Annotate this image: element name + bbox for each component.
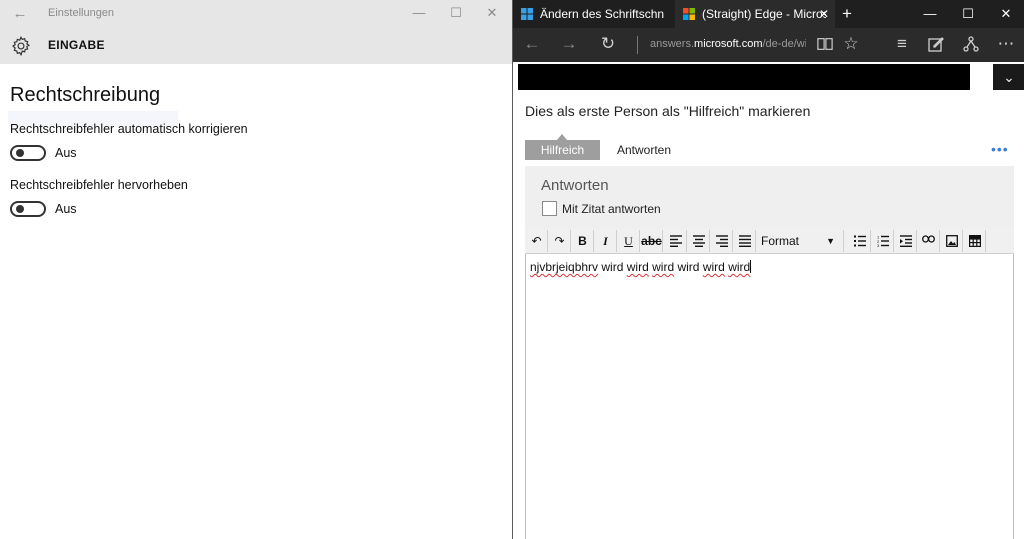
- autocorrect-label: Rechtschreibfehler automatisch korrigier…: [10, 122, 248, 136]
- underline-icon[interactable]: U: [618, 230, 640, 252]
- highlight-state: Aus: [55, 202, 77, 216]
- redo-icon[interactable]: ↷: [549, 230, 571, 252]
- mark-helpful-text: Dies als erste Person als "Hilfreich" ma…: [525, 103, 811, 119]
- edge-window: Ändern des Schriftschnitts u (Straight) …: [512, 0, 1024, 539]
- gear-icon: [12, 36, 31, 57]
- tab-straight-edge[interactable]: (Straight) Edge - Micros ✕: [675, 0, 835, 28]
- text-caret: [750, 260, 752, 273]
- tab-bar: Ändern des Schriftschnitts u (Straight) …: [513, 0, 1024, 28]
- tab-aendern[interactable]: Ändern des Schriftschnitts u: [513, 0, 675, 28]
- editor-word: wird: [626, 260, 649, 274]
- justify-icon[interactable]: [734, 230, 756, 252]
- toggle-knob: [16, 205, 24, 213]
- more-options-icon[interactable]: •••: [991, 141, 1009, 157]
- format-dropdown[interactable]: Format ▼: [758, 230, 844, 252]
- windows-logo-icon: [521, 8, 533, 20]
- editor-word: wird: [601, 260, 624, 274]
- bullet-list-icon[interactable]: [849, 230, 871, 252]
- undo-icon[interactable]: ↶: [526, 230, 548, 252]
- tab-title: Ändern des Schriftschnitts u: [540, 7, 664, 21]
- web-note-icon[interactable]: [921, 28, 951, 62]
- hub-icon[interactable]: ≡: [887, 28, 917, 62]
- section-title: EINGABE: [48, 38, 105, 52]
- share-icon[interactable]: [956, 28, 986, 62]
- tab-title: (Straight) Edge - Micros: [702, 7, 826, 21]
- settings-titlebar: ← Einstellungen — ☐ ✕: [0, 0, 512, 28]
- align-right-icon[interactable]: [711, 230, 733, 252]
- chevron-down-icon[interactable]: ⌄: [993, 64, 1024, 90]
- align-center-icon[interactable]: [688, 230, 710, 252]
- nav-bar: ← → ↻ answers.microsoft.com/de-de/wi ☆ ≡…: [513, 28, 1024, 62]
- settings-window: ← Einstellungen — ☐ ✕ EINGABE Rechtschre…: [0, 0, 512, 539]
- page-title: Rechtschreibung: [10, 84, 161, 106]
- autocorrect-state: Aus: [55, 146, 77, 160]
- highlight-toggle[interactable]: [10, 201, 46, 217]
- autocorrect-toggle[interactable]: [10, 145, 46, 161]
- quote-checkbox-label[interactable]: Mit Zitat antworten: [562, 202, 661, 216]
- minimize-button[interactable]: —: [401, 0, 437, 28]
- refresh-icon[interactable]: ↻: [593, 28, 623, 62]
- reply-panel: Antworten Mit Zitat antworten: [525, 166, 1014, 228]
- back-arrow-icon[interactable]: ←: [517, 28, 547, 62]
- editor-toolbar: ↶ ↷ B I U abc Format ▼ 123: [525, 228, 1014, 254]
- maximize-button[interactable]: ☐: [949, 0, 987, 28]
- editor-word: wird: [702, 260, 725, 274]
- editor-word: wird: [652, 260, 675, 274]
- settings-window-title: Einstellungen: [48, 7, 115, 19]
- close-tab-icon[interactable]: ✕: [819, 0, 829, 28]
- editor-text: njvbrjeiqbhrv wird wird wird wird wird w…: [530, 260, 752, 274]
- url-path: /de-de/wi: [762, 38, 807, 50]
- numbered-list-icon[interactable]: 123: [872, 230, 894, 252]
- highlight-label: Rechtschreibfehler hervorheben: [10, 178, 188, 192]
- url-prefix: answers.: [650, 38, 695, 50]
- toggle-knob: [16, 149, 24, 157]
- helpful-button[interactable]: Hilfreich: [525, 140, 600, 160]
- dropdown-arrow-icon: ▼: [826, 236, 835, 246]
- close-button[interactable]: ✕: [987, 0, 1024, 28]
- new-tab-button[interactable]: +: [837, 0, 857, 28]
- windows-logo-icon: [683, 8, 695, 20]
- answer-link[interactable]: Antworten: [617, 143, 671, 157]
- bold-icon[interactable]: B: [572, 230, 594, 252]
- quote-checkbox[interactable]: [542, 201, 557, 216]
- format-label: Format: [761, 234, 800, 248]
- site-header-bar: [518, 64, 970, 90]
- reply-title: Antworten: [541, 177, 609, 194]
- maximize-button[interactable]: ☐: [438, 0, 474, 28]
- align-left-icon[interactable]: [665, 230, 687, 252]
- indent-icon[interactable]: [895, 230, 917, 252]
- forward-arrow-icon[interactable]: →: [554, 28, 584, 62]
- strikethrough-icon[interactable]: abc: [641, 230, 663, 252]
- italic-icon[interactable]: I: [595, 230, 617, 252]
- close-button[interactable]: ✕: [474, 0, 510, 28]
- favorite-star-icon[interactable]: ☆: [836, 28, 866, 62]
- back-arrow-icon[interactable]: ←: [8, 3, 32, 25]
- editor-word: wird: [728, 260, 751, 274]
- minimize-button[interactable]: —: [911, 0, 949, 28]
- table-icon[interactable]: [964, 230, 986, 252]
- divider: [637, 36, 638, 54]
- settings-header: EINGABE: [0, 28, 512, 64]
- image-icon[interactable]: [941, 230, 963, 252]
- svg-text:3: 3: [877, 243, 880, 247]
- address-bar[interactable]: answers.microsoft.com/de-de/wi: [650, 38, 806, 50]
- link-icon[interactable]: [918, 230, 940, 252]
- editor-word: njvbrjeiqbhrv: [530, 260, 599, 274]
- reply-editor[interactable]: njvbrjeiqbhrv wird wird wird wird wird w…: [525, 254, 1014, 539]
- editor-word: wird: [677, 260, 700, 274]
- more-icon[interactable]: ⋯: [991, 28, 1021, 62]
- url-domain: microsoft.com: [694, 38, 763, 50]
